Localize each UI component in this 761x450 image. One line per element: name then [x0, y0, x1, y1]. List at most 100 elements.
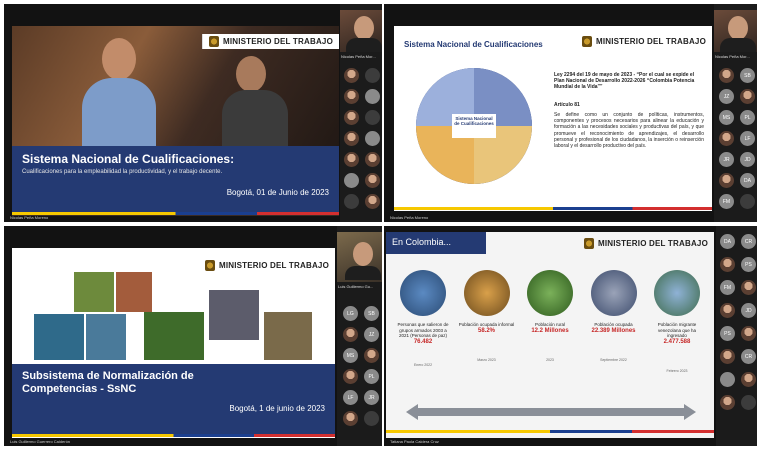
- avatar[interactable]: [720, 303, 735, 318]
- avatar[interactable]: [343, 327, 358, 342]
- avatar[interactable]: JD: [741, 303, 756, 318]
- stat-card: Personas que salieron de grupos armados …: [394, 270, 452, 373]
- ministry-name: MINISTERIO DEL TRABAJO: [222, 37, 333, 46]
- avatar[interactable]: [720, 349, 735, 364]
- stat-footnote: Enero 2022: [413, 362, 433, 367]
- avatar[interactable]: [343, 411, 358, 426]
- avatar[interactable]: [720, 257, 735, 272]
- avatar[interactable]: JR: [364, 390, 379, 405]
- avatar[interactable]: SB: [364, 306, 379, 321]
- slide-title: Sistema Nacional de Cualificaciones:: [22, 152, 235, 166]
- stat-footnote: 2023: [546, 357, 554, 362]
- avatar[interactable]: [344, 131, 359, 146]
- avatar[interactable]: [719, 131, 734, 146]
- avatar[interactable]: [720, 395, 735, 410]
- stat-photo: [400, 270, 446, 316]
- avatar[interactable]: FM: [719, 194, 734, 209]
- slide-title: Subsistema de Normalización de Competenc…: [22, 370, 194, 395]
- avatar[interactable]: [365, 173, 380, 188]
- avatar[interactable]: [364, 411, 379, 426]
- avatar[interactable]: [344, 194, 359, 209]
- camera-tile[interactable]: [714, 10, 757, 52]
- stat-footnote: Marzo 2023: [477, 357, 496, 362]
- article-body: Se define como un conjunto de políticas,…: [554, 112, 704, 150]
- avatar[interactable]: JZ: [364, 327, 379, 342]
- avatar[interactable]: [344, 89, 359, 104]
- avatar[interactable]: JD: [740, 152, 755, 167]
- avatar[interactable]: PS: [720, 326, 735, 341]
- avatar[interactable]: [741, 326, 756, 341]
- avatar[interactable]: [741, 280, 756, 295]
- avatar[interactable]: [365, 131, 380, 146]
- video-panel-2: Sistema Nacional de Cualificaciones MINI…: [384, 4, 757, 222]
- photo-collage: [34, 272, 314, 362]
- flag-bar: [12, 434, 335, 437]
- avatar[interactable]: [343, 369, 358, 384]
- avatar[interactable]: SB: [740, 68, 755, 83]
- avatar[interactable]: LG: [343, 306, 358, 321]
- presenter-name: Nicolas Peña Moreno: [390, 215, 429, 220]
- crest-icon: [581, 36, 592, 47]
- flag-bar: [12, 212, 339, 215]
- avatar[interactable]: CR: [741, 234, 756, 249]
- slide-title-band: En Colombia...: [386, 232, 486, 254]
- avatar[interactable]: PS: [741, 257, 756, 272]
- avatar[interactable]: [344, 152, 359, 167]
- ministry-logo: MINISTERIO DEL TRABAJO: [578, 236, 714, 251]
- avatar[interactable]: [365, 110, 380, 125]
- avatar[interactable]: JR: [719, 152, 734, 167]
- avatar[interactable]: [344, 68, 359, 83]
- slide-date: Bogotá, 1 de junio de 2023: [229, 404, 325, 413]
- article-heading: Artículo 81: [554, 102, 580, 108]
- avatar[interactable]: MS: [343, 348, 358, 363]
- presenter-name: Tatiana Paola Caldera Cruz: [390, 439, 439, 444]
- avatar[interactable]: [364, 348, 379, 363]
- ministry-logo: MINISTERIO DEL TRABAJO: [198, 258, 335, 273]
- avatar[interactable]: [365, 152, 380, 167]
- stat-value: 22.389 Millones: [591, 327, 636, 334]
- avatar[interactable]: PL: [740, 110, 755, 125]
- ministry-logo: MINISTERIO DEL TRABAJO: [575, 34, 712, 49]
- presenter-name: Luis Guillermo Guerrero Calderón: [10, 439, 71, 444]
- law-text: Ley 2294 del 19 de mayo de 2023 - “Por e…: [554, 72, 695, 90]
- avatar[interactable]: [365, 68, 380, 83]
- avatar[interactable]: DA: [740, 173, 755, 188]
- avatar[interactable]: [344, 110, 359, 125]
- avatar[interactable]: [741, 372, 756, 387]
- avatar[interactable]: [741, 395, 756, 410]
- avatar[interactable]: LF: [343, 390, 358, 405]
- avatar[interactable]: [719, 68, 734, 83]
- avatar[interactable]: CR: [741, 349, 756, 364]
- avatar[interactable]: DA: [720, 234, 735, 249]
- avatar[interactable]: MS: [719, 110, 734, 125]
- avatar[interactable]: PL: [364, 369, 379, 384]
- camera-tile[interactable]: [340, 10, 382, 52]
- avatar[interactable]: LF: [740, 131, 755, 146]
- video-panel-1: MINISTERIO DEL TRABAJO Sistema Nacional …: [4, 4, 382, 222]
- stat-photo: [590, 270, 637, 316]
- slide-4: En Colombia... MINISTERIO DEL TRABAJO Pe…: [386, 232, 714, 438]
- stat-footnote: Septiembre 2022: [600, 357, 627, 362]
- avatar[interactable]: JZ: [719, 89, 734, 104]
- slide-date: Bogotá, 01 de Junio de 2023: [226, 188, 329, 197]
- avatar[interactable]: [719, 173, 734, 188]
- crest-icon: [208, 36, 219, 47]
- avatar[interactable]: [344, 173, 359, 188]
- avatar[interactable]: [365, 89, 380, 104]
- camera-tile[interactable]: [337, 232, 382, 282]
- avatar[interactable]: [740, 194, 755, 209]
- avatar[interactable]: [365, 194, 380, 209]
- slide-header: Sistema Nacional de Cualificaciones: [404, 40, 543, 49]
- timeline-arrow: [406, 404, 696, 420]
- avatar[interactable]: [740, 89, 755, 104]
- ministry-name: MINISTERIO DEL TRABAJO: [595, 37, 706, 46]
- avatar[interactable]: [720, 372, 735, 387]
- stat-value: 2.477.588: [663, 338, 691, 345]
- video-panel-4: En Colombia... MINISTERIO DEL TRABAJO Pe…: [384, 226, 757, 446]
- participants-strip: Luis Guillermo Gu... LG SB JZ MS PL LF JR: [337, 226, 382, 446]
- flag-bar: [386, 430, 714, 433]
- title-band: Sistema Nacional de Cualificaciones: Cua…: [12, 146, 339, 212]
- stat-footnote: Febrero 2023: [666, 368, 688, 373]
- avatar[interactable]: FM: [720, 280, 735, 295]
- stat-card: Población ocupada informal 58.2% Marzo 2…: [458, 270, 516, 373]
